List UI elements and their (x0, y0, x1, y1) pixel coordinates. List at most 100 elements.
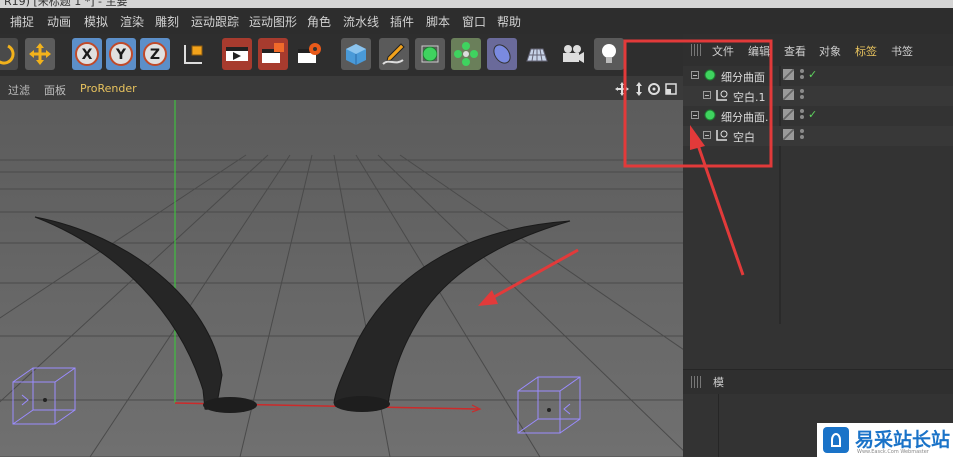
coordinate-system-icon (184, 45, 203, 64)
svg-text:X: X (82, 47, 93, 63)
collapse-toggle[interactable] (691, 111, 699, 119)
render-settings-icon (298, 43, 321, 63)
move-button[interactable] (25, 38, 55, 70)
menu-bar: 捕捉 动画 模拟 渲染 雕刻 运动跟踪 运动图形 角色 流水线 插件 脚本 窗口… (0, 8, 953, 34)
array-button[interactable] (451, 38, 481, 70)
object-label: 空白 (733, 131, 755, 144)
viewport-menu-panel[interactable]: 面板 (44, 82, 66, 98)
render-view-icon (226, 47, 248, 61)
deformer-button[interactable] (487, 38, 517, 70)
horn-right-base (334, 396, 390, 412)
pen-button[interactable] (379, 38, 409, 70)
tree-row-subdivision-1[interactable]: 细分曲面 ✓ (683, 66, 953, 86)
visibility-icon[interactable] (783, 109, 794, 120)
collapse-toggle[interactable] (703, 91, 711, 99)
z-axis-button[interactable]: Z (140, 38, 170, 70)
pen-icon (382, 43, 405, 65)
horn-left-base (203, 397, 257, 413)
tree-row-null-1[interactable]: 空白.1 (683, 86, 953, 106)
null-icon (716, 90, 728, 101)
om-menu-bookmarks[interactable]: 书签 (891, 43, 913, 59)
object-manager-panel: 文件 编辑 查看 对象 标签 书签 细分曲面 ✓ 空白.1 细分曲面. ✓ 空白… (683, 34, 953, 457)
viewport-rotate-icon[interactable] (648, 83, 660, 95)
attribute-manager-bar: 模 (683, 369, 953, 394)
subdivision-button[interactable] (415, 38, 445, 70)
tree-row-subdivision-2[interactable]: 细分曲面. ✓ (683, 106, 953, 126)
attribute-divider (718, 394, 719, 457)
menu-item-animate[interactable]: 动画 (47, 13, 71, 30)
visibility-icon[interactable] (783, 89, 794, 100)
window-title: R19) [未标题 1 *] - 主要 (4, 0, 128, 8)
om-menu-objects[interactable]: 对象 (819, 43, 841, 59)
watermark-subtext: Www.Easck.Com Webmaster (857, 449, 929, 455)
attribute-mode-label[interactable]: 模 (713, 374, 724, 390)
menu-item-simulate[interactable]: 模拟 (84, 13, 108, 30)
menu-item-window[interactable]: 窗口 (462, 13, 486, 30)
menu-item-pipeline[interactable]: 流水线 (343, 13, 379, 30)
title-bar: R19) [未标题 1 *] - 主要 (0, 0, 953, 8)
menu-item-sculpt[interactable]: 雕刻 (155, 13, 179, 30)
watermark-logo-icon (823, 427, 849, 453)
menu-item-render[interactable]: 渲染 (120, 13, 144, 30)
subdivision-icon (421, 45, 439, 63)
y-axis-button[interactable]: Y (106, 38, 136, 70)
menu-item-snap[interactable]: 捕捉 (10, 13, 34, 30)
render-picture-viewer-icon (262, 43, 284, 63)
render-view-button[interactable] (222, 38, 252, 70)
render-dots-icon[interactable] (800, 109, 805, 123)
collapse-toggle[interactable] (691, 71, 699, 79)
x-axis-icon: X (75, 42, 99, 66)
x-axis-button[interactable]: X (72, 38, 102, 70)
menu-item-help[interactable]: 帮助 (497, 13, 521, 30)
render-dots-icon[interactable] (800, 89, 805, 103)
panel-grip-icon[interactable] (691, 376, 703, 388)
visibility-icon[interactable] (783, 129, 794, 140)
site-watermark: 易采站长站 Www.Easck.Com Webmaster (817, 423, 953, 457)
panel-grip-icon[interactable] (691, 44, 703, 56)
om-menu-tags[interactable]: 标签 (855, 43, 877, 59)
collapse-toggle[interactable] (703, 131, 711, 139)
menu-item-character[interactable]: 角色 (307, 13, 331, 30)
camera-button[interactable] (558, 38, 588, 70)
object-label: 细分曲面 (721, 71, 765, 84)
light-button[interactable] (594, 38, 624, 70)
svg-text:Y: Y (115, 47, 127, 63)
object-label: 空白.1 (733, 91, 766, 104)
viewport-canvas (0, 100, 683, 457)
visibility-icon[interactable] (783, 69, 794, 80)
om-menu-edit[interactable]: 编辑 (748, 43, 770, 59)
cube-button[interactable] (341, 38, 371, 70)
viewport-menu-filter[interactable]: 过滤 (8, 82, 30, 98)
floor-button[interactable] (522, 38, 552, 70)
subdivision-green-icon (704, 69, 716, 81)
om-menu-file[interactable]: 文件 (712, 43, 734, 59)
cube-icon (346, 44, 366, 65)
tree-row-null-2[interactable]: 空白 (683, 126, 953, 146)
deformer-icon (493, 44, 511, 64)
viewport-pan-icon[interactable] (615, 82, 629, 96)
render-dots-icon[interactable] (800, 69, 805, 83)
floor-icon (526, 48, 548, 62)
menu-item-script[interactable]: 脚本 (426, 13, 450, 30)
menu-item-plugins[interactable]: 插件 (390, 13, 414, 30)
rotate-button[interactable] (0, 38, 18, 70)
enabled-check-icon[interactable]: ✓ (808, 68, 817, 81)
enabled-check-icon[interactable]: ✓ (808, 108, 817, 121)
viewport-menu-prorender[interactable]: ProRender (80, 82, 137, 95)
null-icon (716, 130, 728, 141)
coordinate-system-button[interactable] (178, 38, 208, 70)
om-menu-view[interactable]: 查看 (784, 43, 806, 59)
camera-icon (563, 45, 584, 63)
subdivision-green-icon (704, 109, 716, 121)
menu-item-motion-tracking[interactable]: 运动跟踪 (191, 13, 239, 30)
watermark-text: 易采站长站 (855, 429, 951, 451)
viewport-zoom-icon[interactable] (636, 82, 642, 96)
render-dots-icon[interactable] (800, 129, 805, 143)
viewport-maximize-icon[interactable] (665, 83, 677, 95)
menu-item-mograph[interactable]: 运动图形 (249, 13, 297, 30)
render-picture-viewer-button[interactable] (258, 38, 288, 70)
y-axis-icon: Y (109, 42, 133, 66)
perspective-viewport[interactable] (0, 100, 683, 457)
object-manager-menu: 文件 编辑 查看 对象 标签 书签 (683, 34, 953, 66)
render-settings-button[interactable] (294, 38, 324, 70)
